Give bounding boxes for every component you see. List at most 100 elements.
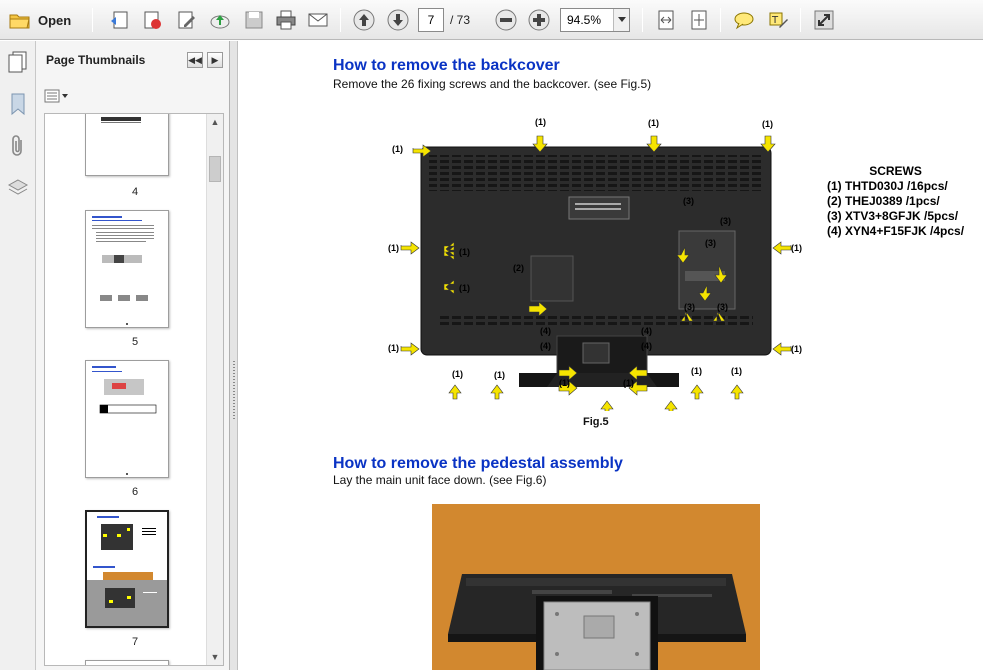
collapse-panel-icon[interactable]: ◀◀ [187,52,203,68]
thumbnail-number: 6 [131,486,139,498]
scroll-down-icon[interactable]: ▼ [207,649,223,665]
highlighter-icon: T [769,12,788,28]
thumbnails-panel: Page Thumbnails ◀◀ ▶ 4 5 6 7 ▲ ▼ [36,41,230,670]
bookmark-icon[interactable] [5,91,31,117]
arrow-up-icon [353,9,375,31]
callout-label: (1) [791,344,802,354]
expand-panel-icon[interactable]: ▶ [207,52,223,68]
edit-icon [178,11,195,29]
callout-label: (1) [731,366,742,376]
callout-label: (4) [641,326,652,336]
email-button[interactable] [304,6,332,34]
screw-item: (2) THEJ0389 /1pcs/ [827,194,940,208]
screws-list: SCREWS (1) THTD030J /16pcs/ (2) THEJ0389… [827,164,964,239]
callout-label: (1) [452,369,463,379]
thumbnail-number: 7 [131,636,139,648]
toolbar-separator [800,8,801,32]
create-icon [111,11,128,29]
callout-label: (1) [559,378,570,388]
thumbnail-list[interactable]: 4 5 6 7 ▲ ▼ [44,113,224,666]
page-total: / 73 [450,13,471,27]
panel-title: Page Thumbnails [46,53,146,67]
document-view[interactable]: How to remove the backcover Remove the 2… [239,41,983,670]
section-heading: How to remove the backcover [333,57,560,74]
zoom-in-button[interactable] [525,6,553,34]
page-number-input[interactable]: 7 [418,8,444,32]
fit-page-icon [691,10,707,30]
toolbar-separator [720,8,721,32]
thumbnail-page-6[interactable] [85,360,169,478]
toolbar-separator [92,8,93,32]
previous-page-button[interactable] [350,6,378,34]
minus-icon [495,9,517,31]
callout-label: (1) [388,343,399,353]
callout-label: (3) [683,196,694,206]
navigation-rail [0,41,36,670]
thumbnail-scrollbar[interactable]: ▲ ▼ [206,114,223,665]
scroll-up-icon[interactable]: ▲ [207,114,223,130]
paperclip-icon[interactable] [5,133,31,159]
thumbnail-page-8[interactable] [85,660,169,665]
panel-splitter[interactable] [230,41,238,670]
section-text: Remove the 26 fixing screws and the back… [333,77,652,91]
callout-label: (1) [459,283,470,293]
plus-icon [528,9,550,31]
screw-item: (4) XYN4+F15FJK /4pcs/ [827,224,965,238]
toolbar-separator [340,8,341,32]
zoom-out-button[interactable] [492,6,520,34]
page-thumbnails-icon[interactable] [5,49,31,75]
fit-page-button[interactable] [652,6,680,34]
thumbnail-options-button[interactable] [44,87,72,105]
print-button[interactable] [272,6,300,34]
comment-button[interactable] [730,6,758,34]
folder-icon [9,14,30,29]
expand-icon [814,10,834,30]
options-menu-icon [44,89,68,103]
printer-icon [276,10,296,30]
callout-label: (2) [513,263,524,273]
callout-label: (1) [494,370,505,380]
thumbnail-number: 5 [131,336,139,348]
expand-button[interactable] [810,6,838,34]
fit-window-button[interactable] [685,6,713,34]
next-page-button[interactable] [384,6,412,34]
scrollbar-thumb[interactable] [209,156,221,182]
callout-label: (3) [720,216,731,226]
layers-icon[interactable] [5,175,31,201]
callout-label: (4) [540,341,551,351]
screws-title: SCREWS [869,164,922,178]
callout-label: (1) [392,144,403,154]
callout-label: (1) [791,243,802,253]
pedestal-photo [432,504,760,670]
callout-label: (1) [388,243,399,253]
envelope-icon [308,13,328,27]
highlight-text-button[interactable]: T [764,6,792,34]
toolbar-separator [642,8,643,32]
callout-label: (1) [459,247,470,257]
thumbnail-page-7[interactable] [85,510,169,628]
edit-button[interactable] [172,6,200,34]
open-button[interactable]: Open [4,6,75,34]
callout-label: (1) [648,118,659,128]
save-button[interactable] [240,6,268,34]
cloud-upload-icon [210,15,230,29]
zoom-select[interactable]: 94.5% [560,8,630,32]
figure-caption: Fig.5 [583,416,609,428]
chevron-down-icon[interactable] [613,9,629,31]
callout-label: (1) [691,366,702,376]
upload-button[interactable] [206,6,234,34]
callout-label: (4) [641,341,652,351]
print-settings-button[interactable] [138,6,166,34]
thumbnail-page-4[interactable] [85,114,169,176]
thumbnail-number: 4 [131,186,139,198]
fit-width-icon [658,10,674,30]
create-pdf-button[interactable] [106,6,134,34]
callout-label: (1) [535,117,546,127]
thumbnail-page-5[interactable] [85,210,169,328]
arrow-down-icon [387,9,409,31]
open-label: Open [38,12,72,28]
speech-bubble-icon [734,12,754,30]
section-text: Lay the main unit face down. (see Fig.6) [333,473,547,487]
save-icon [245,11,263,29]
callout-label: (1) [762,119,773,129]
